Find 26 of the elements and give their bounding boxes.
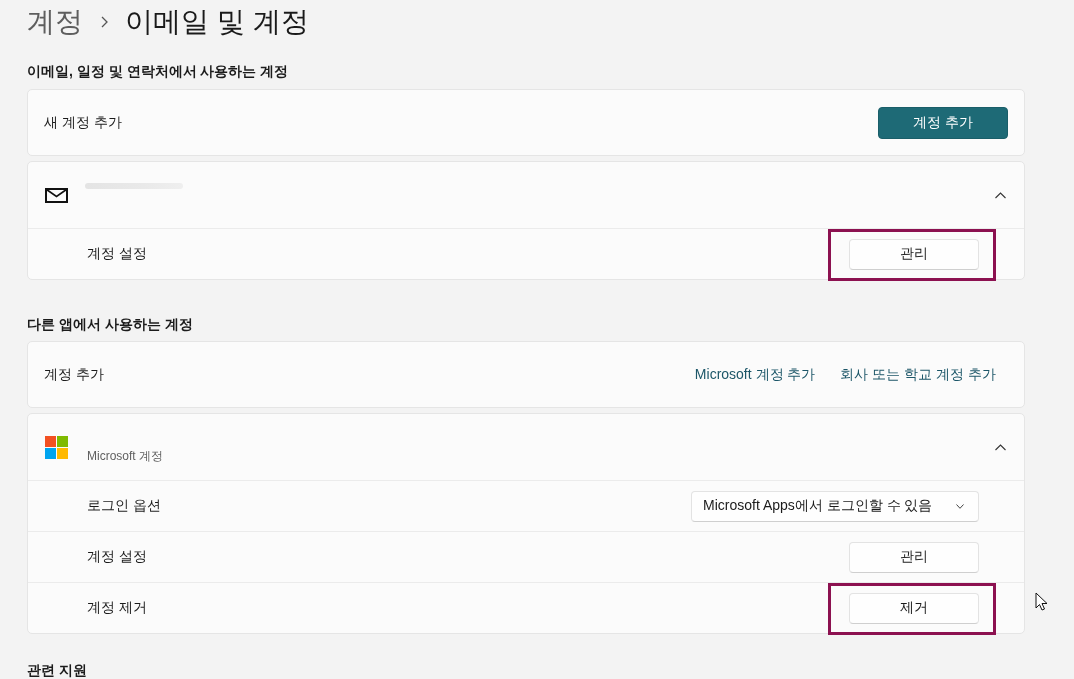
section-heading: 이메일, 일정 및 연락처에서 사용하는 계정 bbox=[27, 62, 290, 81]
chevron-right-icon bbox=[101, 16, 108, 28]
four-squares-logo-icon bbox=[44, 435, 68, 459]
action-button[interactable]: 관리 bbox=[849, 541, 979, 573]
dropdown[interactable]: Microsoft Apps에서 로그인할 수 있음 bbox=[691, 490, 979, 522]
action-button[interactable]: 제거 bbox=[849, 592, 979, 624]
action-button[interactable]: 관리 bbox=[849, 238, 979, 270]
section-heading: 관련 지원 bbox=[27, 661, 88, 679]
chevron-up-icon[interactable] bbox=[995, 443, 1006, 451]
add-account-link[interactable]: Microsoft 계정 추가 bbox=[694, 365, 816, 384]
section-heading: 다른 앱에서 사용하는 계정 bbox=[27, 315, 194, 334]
setting-label: 계정 설정 bbox=[87, 245, 148, 263]
envelope-icon bbox=[44, 187, 68, 203]
setting-label: 새 계정 추가 bbox=[44, 113, 123, 132]
breadcrumb-link[interactable]: 계정 bbox=[27, 2, 83, 42]
mouse-pointer-icon bbox=[1035, 592, 1048, 611]
add-account-button[interactable]: 계정 추가 bbox=[878, 106, 1008, 139]
setting-label: 계정 제거 bbox=[87, 599, 148, 617]
setting-label: 로그인 옵션 bbox=[87, 497, 162, 515]
chevron-up-icon[interactable] bbox=[995, 191, 1006, 199]
account-type: Microsoft 계정 bbox=[87, 448, 163, 465]
page-title: 이메일 및 계정 bbox=[125, 5, 309, 39]
add-account-link[interactable]: 회사 또는 학교 계정 추가 bbox=[840, 365, 996, 384]
setting-label: 계정 추가 bbox=[44, 365, 105, 384]
chevron-down-icon bbox=[956, 503, 964, 509]
setting-label: 계정 설정 bbox=[87, 548, 148, 566]
